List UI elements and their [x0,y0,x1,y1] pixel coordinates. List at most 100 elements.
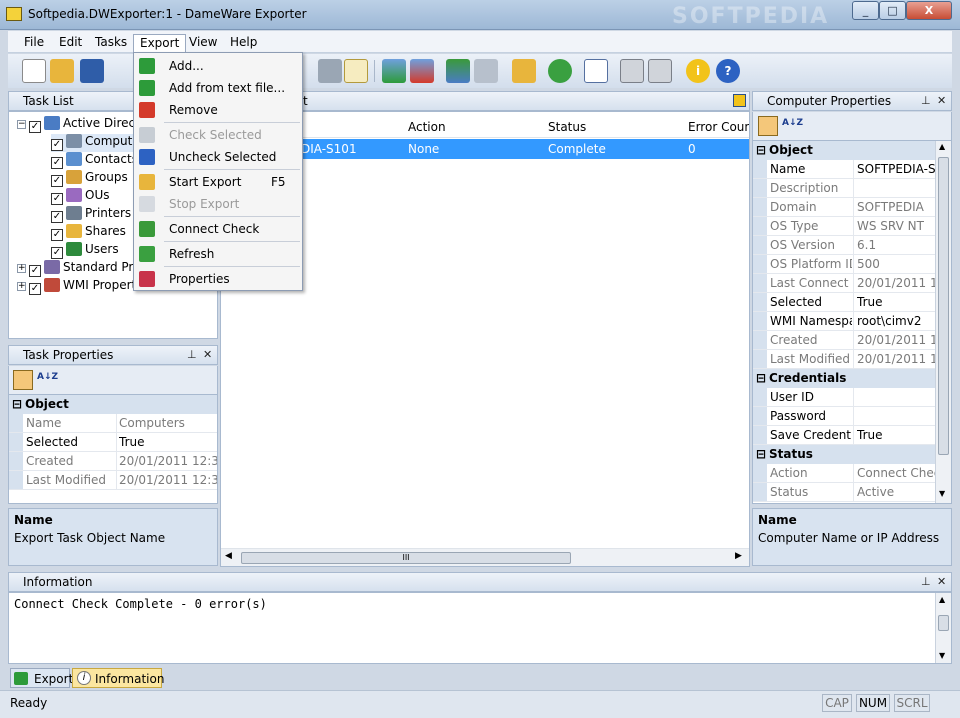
save-icon[interactable] [80,59,104,83]
tree-node[interactable]: ✓ Contacts [51,152,138,170]
tree-node[interactable]: + ✓ WMI Propert [17,278,136,296]
close-icon[interactable]: ✕ [937,94,946,107]
checkbox[interactable]: ✓ [29,283,41,295]
horizontal-scrollbar[interactable]: ◀ III ▶ [221,548,749,566]
print-preview-icon[interactable] [648,59,672,83]
pin-icon[interactable]: ⊥ [187,348,197,361]
check-icon[interactable] [446,59,470,83]
tree-expander-icon[interactable]: − [17,120,26,129]
property-row[interactable]: Action Connect Check [753,464,935,483]
checkbox[interactable]: ✓ [29,121,41,133]
info-icon[interactable]: i [686,59,710,83]
scroll-thumb[interactable]: III [241,552,571,564]
uncheck-icon[interactable] [474,59,498,83]
tree-expander-icon[interactable]: + [17,282,26,291]
close-icon[interactable]: ✕ [203,348,212,361]
tree-node[interactable]: ✓ Groups [51,170,128,188]
menu-edit[interactable]: Edit [53,34,88,52]
alphabetical-sort-icon[interactable]: A↓Z [37,372,58,382]
dock-icon[interactable] [733,94,746,107]
property-row[interactable]: Name Computers [9,414,217,433]
scroll-thumb[interactable] [938,157,949,455]
checkbox[interactable]: ✓ [51,157,63,169]
help-icon[interactable]: ? [716,59,740,83]
refresh-icon[interactable] [548,59,572,83]
menu-file[interactable]: File [18,34,50,52]
tree-expander-icon[interactable]: + [17,264,26,273]
open-folder-icon[interactable] [50,59,74,83]
scroll-up-arrow[interactable]: ▲ [939,595,945,604]
pin-icon[interactable]: ⊥ [921,94,931,107]
scroll-up-arrow[interactable]: ▲ [939,142,945,151]
vertical-scrollbar[interactable]: ▲ ▼ [935,141,951,503]
column-header-action[interactable]: Action [408,120,446,134]
tree-node[interactable]: − ✓ Active Direct [17,116,140,134]
pin-icon[interactable]: ⊥ [921,575,931,588]
checkbox[interactable]: ✓ [51,193,63,205]
new-icon[interactable] [22,59,46,83]
property-row[interactable]: WMI Namespac root\cimv2 [753,312,935,331]
edit-icon[interactable] [344,59,368,83]
tree-node[interactable]: ✓ OUs [51,188,109,206]
property-row[interactable]: Last Modified 20/01/2011 12:38:18 [9,471,217,490]
scroll-thumb[interactable] [938,615,949,631]
property-category[interactable]: ⊟ Object [753,141,935,160]
connect-icon[interactable] [318,59,342,83]
property-row[interactable]: OS Platform ID 500 [753,255,935,274]
scroll-right-arrow[interactable]: ▶ [735,551,742,561]
tree-node[interactable]: ✓ Compute [51,134,140,152]
column-header-status[interactable]: Status [548,120,586,134]
checkbox[interactable]: ✓ [51,211,63,223]
menu-item-refresh[interactable]: Refresh [135,243,301,265]
checkbox[interactable]: ✓ [51,139,63,151]
minimize-button[interactable]: _ [852,1,879,20]
menu-item-add[interactable]: Add... [135,55,301,77]
menu-item-connect-check[interactable]: Connect Check [135,218,301,240]
menu-item-add-from-file[interactable]: Add from text file... [135,77,301,99]
tab-export[interactable]: Export [10,668,73,688]
categorized-icon[interactable] [13,370,33,390]
property-row[interactable]: OS Type WS SRV NT [753,217,935,236]
checklist-icon[interactable] [584,59,608,83]
menu-tasks[interactable]: Tasks [89,34,133,52]
print-icon[interactable] [620,59,644,83]
property-row[interactable]: Description [753,179,935,198]
property-category[interactable]: ⊟ Object [9,395,217,414]
checkbox[interactable]: ✓ [29,265,41,277]
property-row[interactable]: OS Version 6.1 [753,236,935,255]
categorized-icon[interactable] [758,116,778,136]
close-button[interactable]: X [906,1,952,20]
menu-item-uncheck-selected[interactable]: Uncheck Selected [135,146,301,168]
property-category[interactable]: ⊟ Status [753,445,935,464]
property-row[interactable]: Domain SOFTPEDIA [753,198,935,217]
tab-information[interactable]: i Information [72,668,164,688]
scroll-down-arrow[interactable]: ▼ [939,489,945,498]
property-row[interactable]: Created 20/01/2011 12:38:18 [9,452,217,471]
menu-export[interactable]: Export [133,34,187,52]
menu-item-remove[interactable]: Remove [135,99,301,121]
property-row[interactable]: Save Credential True [753,426,935,445]
tree-node[interactable]: ✓ Shares [51,224,126,242]
property-row[interactable]: Status Active [753,483,935,502]
checkbox[interactable]: ✓ [51,175,63,187]
tree-node[interactable]: ✓ Printers [51,206,131,224]
menu-item-properties[interactable]: Properties [135,268,301,290]
maximize-button[interactable]: □ [879,1,906,20]
property-row[interactable]: Last Connect Cl 20/01/2011 12: [753,274,935,293]
property-row[interactable]: Selected True [753,293,935,312]
column-header-error-count[interactable]: Error Count [688,120,749,134]
menu-view[interactable]: View [183,34,223,52]
close-icon[interactable]: ✕ [937,575,946,588]
menu-help[interactable]: Help [224,34,263,52]
property-row[interactable]: Selected True [9,433,217,452]
property-row[interactable]: Password [753,407,935,426]
alphabetical-sort-icon[interactable]: A↓Z [782,118,803,128]
add-computer-icon[interactable] [382,59,406,83]
menu-item-start-export[interactable]: Start Export F5 [135,171,301,193]
export-folder-icon[interactable] [512,59,536,83]
property-row[interactable]: Name SOFTPEDIA-S1 [753,160,935,179]
scroll-down-arrow[interactable]: ▼ [939,651,945,660]
scroll-left-arrow[interactable]: ◀ [225,551,232,561]
property-row[interactable]: Created 20/01/2011 12: [753,331,935,350]
checkbox[interactable]: ✓ [51,247,63,259]
